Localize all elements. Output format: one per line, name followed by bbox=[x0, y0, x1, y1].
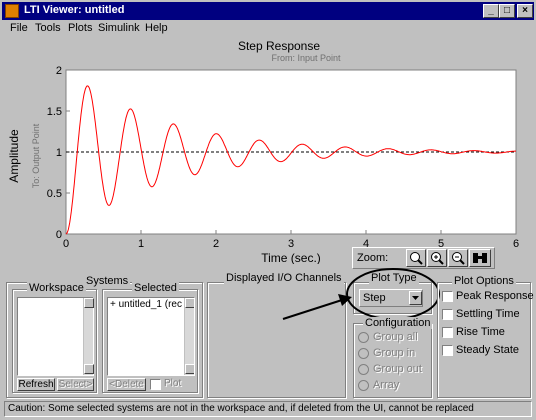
y-axis-sublabel: To: Output Point bbox=[31, 123, 41, 188]
array-label: Array bbox=[373, 379, 400, 391]
plot-checkbox[interactable] bbox=[150, 379, 161, 390]
y-axis-label: Amplitude bbox=[7, 129, 21, 183]
zoom-out-icon bbox=[452, 252, 465, 265]
scroll-up-icon[interactable] bbox=[84, 298, 94, 308]
settling-time-label: Settling Time bbox=[456, 308, 520, 320]
x-tick-label: 6 bbox=[513, 238, 519, 250]
matlab-app-icon bbox=[5, 4, 19, 18]
radio-group-in[interactable] bbox=[358, 348, 369, 359]
step-response-chart: Step Response From: Input Point 0 0.5 1 1.5… bbox=[7, 39, 519, 264]
y-tick-label: 0.5 bbox=[47, 188, 62, 200]
y-tick-label: 2 bbox=[56, 65, 62, 77]
menu-help[interactable]: Help bbox=[145, 22, 168, 34]
workspace-title: Workspace bbox=[27, 282, 86, 294]
selected-title: Selected bbox=[132, 282, 179, 294]
chart-subtitle: From: Input Point bbox=[271, 53, 341, 63]
y-tick-label: 1 bbox=[56, 147, 62, 159]
x-tick-label: 2 bbox=[213, 238, 219, 250]
systems-title: Systems bbox=[84, 275, 131, 287]
zoom-out-button[interactable] bbox=[448, 249, 468, 267]
plot-options-title: Plot Options bbox=[452, 275, 516, 287]
refresh-button[interactable]: Refresh bbox=[17, 378, 55, 391]
rise-time-label: Rise Time bbox=[456, 326, 505, 338]
binoculars-button[interactable] bbox=[469, 249, 491, 267]
x-tick-label: 3 bbox=[288, 238, 294, 250]
selected-scrollbar[interactable] bbox=[184, 298, 194, 375]
x-tick-label: 0 bbox=[63, 238, 69, 250]
title-bar: LTI Viewer: untitled _ □ × bbox=[2, 2, 534, 20]
scroll-down-icon[interactable] bbox=[84, 364, 94, 374]
rise-time-checkbox[interactable] bbox=[442, 327, 453, 338]
minimize-button[interactable]: _ bbox=[483, 4, 499, 18]
x-tick-label: 1 bbox=[138, 238, 144, 250]
menu-simulink[interactable]: Simulink bbox=[98, 22, 140, 34]
status-bar: Caution: Some selected systems are not i… bbox=[4, 401, 532, 417]
select-button[interactable]: Select> bbox=[57, 378, 94, 391]
y-tick-label: 0 bbox=[56, 229, 62, 241]
menu-bar: File Tools Plots Simulink Help bbox=[2, 20, 534, 38]
workspace-list[interactable] bbox=[17, 297, 94, 376]
maximize-button[interactable]: □ bbox=[499, 4, 515, 18]
scroll-down-icon[interactable] bbox=[185, 364, 194, 374]
settling-time-checkbox[interactable] bbox=[442, 309, 453, 320]
group-all-label: Group all bbox=[373, 331, 418, 343]
delete-button[interactable]: <Delete bbox=[107, 378, 146, 391]
zoom-in-icon bbox=[431, 252, 444, 265]
scroll-up-icon[interactable] bbox=[185, 298, 194, 308]
zoom-in-x-icon bbox=[410, 252, 423, 265]
menu-file[interactable]: File bbox=[10, 22, 28, 34]
steady-state-checkbox[interactable] bbox=[442, 345, 453, 356]
y-tick-label: 1.5 bbox=[47, 106, 62, 118]
selected-list[interactable]: + untitled_1 (rec bbox=[107, 297, 195, 376]
window-title: LTI Viewer: untitled bbox=[24, 4, 125, 16]
peak-response-checkbox[interactable] bbox=[442, 291, 453, 302]
zoom-label: Zoom: bbox=[357, 252, 389, 264]
radio-group-all[interactable] bbox=[358, 332, 369, 343]
close-button[interactable]: × bbox=[517, 4, 533, 18]
chart-title: Step Response bbox=[238, 39, 320, 53]
annotation-arrow bbox=[282, 294, 352, 320]
group-out-label: Group out bbox=[373, 363, 422, 375]
plot-checkbox-label: Plot bbox=[164, 378, 182, 389]
group-in-label: Group in bbox=[373, 347, 416, 359]
steady-state-label: Steady State bbox=[456, 344, 519, 356]
selected-list-item[interactable]: + untitled_1 (rec bbox=[110, 299, 182, 310]
radio-array[interactable] bbox=[358, 380, 369, 391]
radio-group-out[interactable] bbox=[358, 364, 369, 375]
binoculars-icon bbox=[473, 253, 487, 263]
menu-plots[interactable]: Plots bbox=[68, 22, 92, 34]
workspace-scrollbar[interactable] bbox=[83, 298, 94, 375]
x-axis-label: Time (sec.) bbox=[261, 251, 321, 264]
configuration-title: Configuration bbox=[363, 317, 433, 329]
peak-response-label: Peak Response bbox=[456, 290, 534, 302]
io-channels-title: Displayed I/O Channels bbox=[224, 272, 344, 284]
menu-tools[interactable]: Tools bbox=[35, 22, 61, 34]
